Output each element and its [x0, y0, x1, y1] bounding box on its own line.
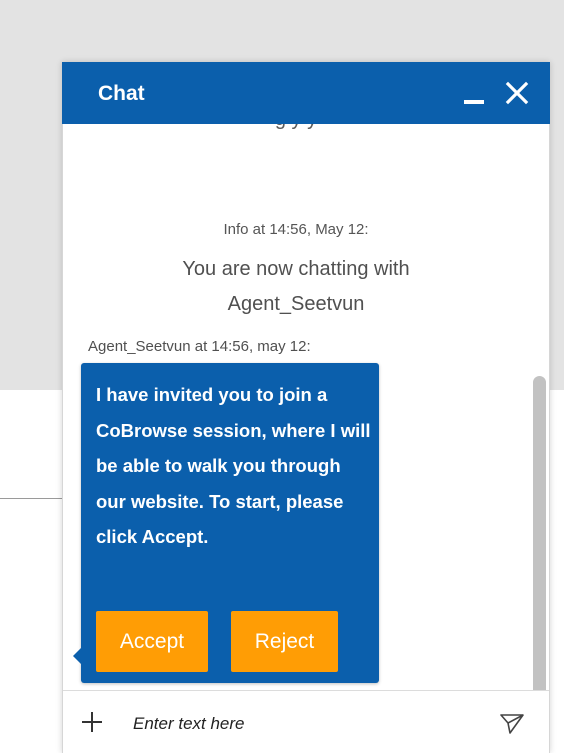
- info-message-meta: Info at 14:56, May 12:: [223, 221, 369, 238]
- scrollbar-thumb[interactable]: [533, 376, 546, 690]
- message-input[interactable]: [133, 709, 463, 739]
- agent-message-text: I have invited you to join a CoBrowse se…: [96, 384, 371, 547]
- minimize-button[interactable]: [460, 74, 490, 110]
- chat-header: Chat: [62, 62, 550, 124]
- page-divider: [0, 498, 70, 499]
- send-button[interactable]: [499, 712, 525, 736]
- close-icon: [505, 81, 529, 105]
- minimize-icon: [464, 100, 484, 104]
- chat-title: Chat: [98, 82, 145, 105]
- agent-message-bubble: I have invited you to join a CoBrowse se…: [73, 363, 379, 683]
- attach-button[interactable]: [79, 709, 105, 735]
- plus-icon: [82, 712, 102, 732]
- send-icon: [500, 714, 524, 734]
- reject-button[interactable]: Reject: [231, 611, 338, 672]
- agent-message-meta: Agent_Seetvun at 14:56, may 12:: [88, 338, 311, 355]
- chat-window: Chat g y y Info at 14:56, May 12: You ar…: [62, 62, 550, 753]
- bubble-tail: [73, 648, 81, 664]
- message-composer: [63, 690, 549, 753]
- info-message-text: You are now chatting with Agent_Seetvun: [182, 258, 410, 315]
- previous-message-fragment: g y y: [63, 124, 529, 134]
- message-list[interactable]: g y y Info at 14:56, May 12: You are now…: [63, 124, 549, 690]
- accept-button[interactable]: Accept: [96, 611, 208, 672]
- close-button[interactable]: [500, 76, 534, 110]
